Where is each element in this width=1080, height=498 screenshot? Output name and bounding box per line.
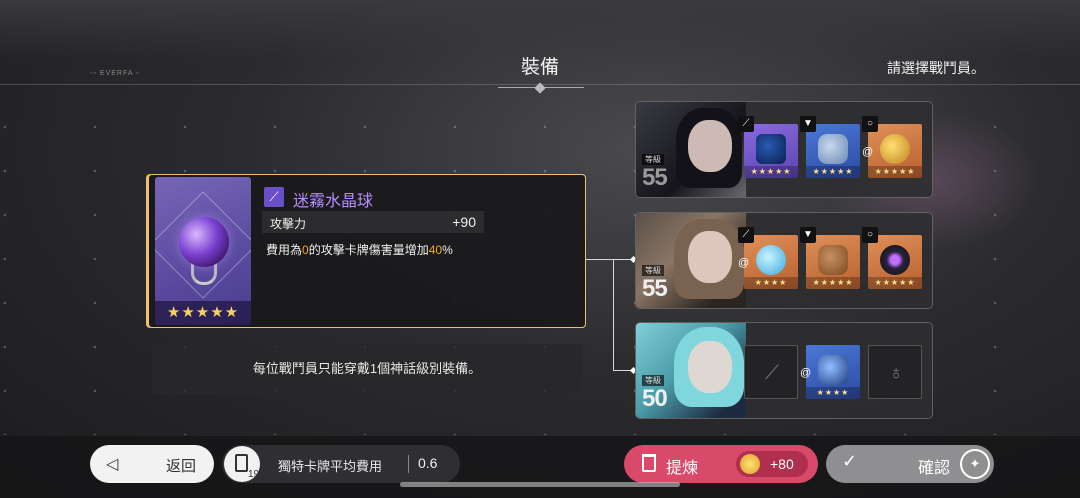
effect-highlight-percent: 40 <box>428 243 443 257</box>
instruction-text: 請選擇戰鬥員。 <box>887 60 985 76</box>
accessory-slot[interactable]: ○ ★★★★★ <box>862 227 922 289</box>
effect-text-3: % <box>442 243 453 257</box>
level-value: 55 <box>642 275 668 302</box>
slot-frame: ★★★★★ <box>868 235 922 289</box>
slot-frame: ⟋ <box>744 345 798 399</box>
ring-type-icon: ○ <box>862 116 878 132</box>
slot-frame: ★★★★★ <box>744 124 798 178</box>
level-indicator: 等級 55 <box>642 154 672 194</box>
mythic-limit-notice: 每位戰鬥員只能穿戴1個神話級別裝備。 <box>152 344 582 394</box>
deck-icon: 19 <box>224 446 260 482</box>
card-icon <box>235 454 248 472</box>
equipment-name: 迷霧水晶球 <box>293 193 374 210</box>
armor-type-icon: ▼ <box>800 227 816 243</box>
portrait-face <box>688 120 732 172</box>
stat-label: 攻擊力 <box>270 217 307 231</box>
equipment-detail-card: ★★★★★ ⟋ 迷霧水晶球 攻擊力 +90 費用為0的攻擊卡牌傷害量增加40% <box>148 174 586 328</box>
slot-frame: ★★★★★ <box>806 124 860 178</box>
boots-icon <box>818 245 848 275</box>
level-value: 50 <box>642 385 668 412</box>
member-card-2[interactable]: 等級 55 ⟋ @ ★★★★ ▼ ★★★★★ ○ ★★★★★ <box>635 212 933 309</box>
slot-stars: ★★★★ <box>806 387 860 399</box>
sparkle-icon: ✦ <box>960 449 990 479</box>
swirl-icon: @ <box>800 367 812 379</box>
header-background <box>0 0 1080 60</box>
crystal-orb-icon <box>179 217 229 267</box>
member-card-1[interactable]: 等級 55 ⟋ ★★★★★ ▼ ★★★★★ ○ @ ★★★★★ <box>635 101 933 198</box>
weapon-slot[interactable]: ⟋ @ ★★★★ <box>738 227 798 289</box>
stat-value: +90 <box>452 214 476 230</box>
check-icon: ✓ <box>842 451 858 471</box>
accessory-slot-empty[interactable]: ♁ <box>868 341 922 399</box>
back-button[interactable]: ◁ 返回 <box>90 445 214 483</box>
member-card-3[interactable]: 等級 50 ⟋ @ ★★★★ ♁ <box>635 322 933 419</box>
armor-slot[interactable]: @ ★★★★ <box>800 341 860 399</box>
equipment-effect: 費用為0的攻擊卡牌傷害量增加40% <box>266 241 453 258</box>
level-indicator: 等級 50 <box>642 375 672 415</box>
home-indicator <box>400 482 680 487</box>
refine-reward-value: +80 <box>770 456 794 472</box>
armor-slot[interactable]: ▼ ★★★★★ <box>800 227 860 289</box>
rarity-stars: ★★★★★ <box>155 301 251 325</box>
average-cost-label: 獨特卡牌平均費用 <box>278 459 383 474</box>
refine-button[interactable]: 提煉 +80 <box>624 445 818 483</box>
weapon-slot-empty[interactable]: ⟋ <box>744 341 798 399</box>
divider <box>408 455 409 473</box>
connector-line <box>613 259 614 371</box>
slot-frame: ★★★★ <box>806 345 860 399</box>
medal-icon <box>880 134 910 164</box>
stat-row: 攻擊力 +90 <box>262 211 484 233</box>
portrait-face <box>688 341 732 393</box>
ring-icon <box>880 245 910 275</box>
refine-label: 提煉 <box>666 460 699 477</box>
swirl-icon: @ <box>738 257 750 269</box>
effect-text-2: 的攻擊卡牌傷害量增加 <box>308 243 429 257</box>
weapon-type-icon: ⟋ <box>264 187 284 207</box>
back-arrow-icon: ◁ <box>106 456 119 473</box>
equipment-image: ★★★★★ <box>155 177 251 325</box>
average-cost-value: 0.6 <box>418 455 438 471</box>
accessory-slot[interactable]: ○ @ ★★★★★ <box>862 116 922 178</box>
slot-frame: ★★★★ <box>744 235 798 289</box>
slot-stars: ★★★★★ <box>806 166 860 178</box>
gun-icon <box>756 134 786 164</box>
glove-icon <box>818 134 848 164</box>
level-indicator: 等級 55 <box>642 265 672 305</box>
slot-stars: ★★★★ <box>744 277 798 289</box>
level-value: 55 <box>642 164 668 191</box>
effect-highlight-cost: 0 <box>302 243 309 257</box>
slot-frame: ★★★★★ <box>806 235 860 289</box>
effect-text-1: 費用為 <box>266 243 303 257</box>
gem-icon <box>756 245 786 275</box>
slot-stars: ★★★★★ <box>744 166 798 178</box>
currency-icon <box>740 454 760 474</box>
slot-frame: ♁ <box>868 345 922 399</box>
slot-frame: ★★★★★ <box>868 124 922 178</box>
swirl-icon: @ <box>862 146 874 158</box>
ring-type-icon: ○ <box>862 227 878 243</box>
confirm-button[interactable]: ✓ 確認 ✦ <box>826 445 994 483</box>
weapon-type-icon: ⟋ <box>738 116 754 132</box>
slot-stars: ★★★★★ <box>868 166 922 178</box>
armor-type-icon: ▼ <box>800 116 816 132</box>
trash-icon <box>642 454 656 472</box>
average-cost-panel[interactable]: 19 獨特卡牌平均費用 0.6 <box>222 445 460 483</box>
slot-stars: ★★★★★ <box>806 277 860 289</box>
connector-line <box>586 259 614 260</box>
back-label: 返回 <box>166 458 197 475</box>
armor-slot[interactable]: ▼ ★★★★★ <box>800 116 860 178</box>
slot-stars: ★★★★★ <box>868 277 922 289</box>
deck-count: 19 <box>248 469 260 480</box>
refine-reward: +80 <box>736 451 808 477</box>
sword-icon: ⟋ <box>765 362 779 384</box>
weapon-type-icon: ⟋ <box>738 227 754 243</box>
ring-icon: ♁ <box>888 362 904 384</box>
vest-icon <box>818 355 848 385</box>
weapon-slot[interactable]: ⟋ ★★★★★ <box>738 116 798 178</box>
portrait-face <box>688 231 732 283</box>
title-ornament <box>498 80 584 88</box>
confirm-label: 確認 <box>918 460 951 477</box>
